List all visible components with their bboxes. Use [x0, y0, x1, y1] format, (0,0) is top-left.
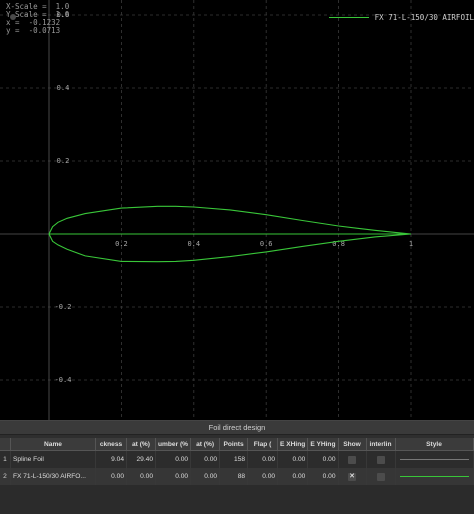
y-tick-label: 0.4	[57, 84, 70, 92]
panel-menu-icon[interactable]	[10, 14, 16, 20]
row-thickness-at[interactable]: 29.40	[126, 450, 156, 468]
row-flap[interactable]: 0.00	[247, 468, 279, 485]
show-checkbox[interactable]: ✕	[348, 472, 356, 481]
col-camber[interactable]: umber (%	[155, 438, 192, 451]
y-tick-label: -0.4	[55, 376, 72, 384]
col-xhinge[interactable]: E XHing	[277, 438, 309, 451]
centerline-checkbox[interactable]	[376, 455, 385, 464]
centerline-checkbox[interactable]	[376, 472, 385, 481]
style-line-preview	[399, 476, 469, 477]
table-row[interactable]: 1 Spline Foil 9.04 29.40 0.00 0.00 158 0…	[0, 450, 474, 468]
style-line-preview	[399, 459, 469, 460]
x-tick-label: 0.4	[187, 240, 200, 248]
row-thickness[interactable]: 9.04	[95, 450, 127, 468]
row-index: 1	[0, 450, 11, 468]
legend-swatch	[328, 17, 369, 18]
col-name[interactable]: Name	[10, 438, 96, 451]
row-name[interactable]: Spline Foil	[10, 450, 96, 468]
y-coordinate-readout: y = -0.0713	[6, 26, 61, 35]
row-points[interactable]: 88	[219, 468, 249, 485]
col-flap[interactable]: Flap (	[247, 438, 279, 451]
foil-plot[interactable]: 0.2 0.4 0.6 0.8 10.60.40.2-0.2-0.4	[0, 0, 474, 420]
x-tick-label: 1	[409, 240, 413, 248]
show-checkbox[interactable]	[348, 455, 356, 464]
col-camber-at[interactable]: at (%)	[190, 438, 221, 451]
row-name[interactable]: FX 71-L-150/30 AIRFO...	[10, 468, 96, 485]
row-thickness-at[interactable]: 0.00	[126, 468, 156, 485]
row-thickness[interactable]: 0.00	[95, 468, 127, 485]
row-style[interactable]	[395, 468, 474, 485]
col-yhinge[interactable]: E YHing	[307, 438, 339, 451]
legend-label: FX 71-L-150/30 AIRFOIL	[374, 13, 474, 22]
panel-title: Foil direct design	[0, 421, 474, 435]
table-row[interactable]: 2 FX 71-L-150/30 AIRFO... 0.00 0.00 0.00…	[0, 468, 474, 485]
row-xhinge[interactable]: 0.00	[277, 450, 309, 468]
row-yhinge[interactable]: 0.00	[307, 450, 339, 468]
row-yhinge[interactable]: 0.00	[307, 468, 339, 485]
row-xhinge[interactable]: 0.00	[277, 468, 309, 485]
row-index: 2	[0, 468, 11, 485]
row-style[interactable]	[395, 450, 474, 468]
foil-table: Name ckness at (%) umber (% at (%) Point…	[0, 438, 474, 485]
col-centerline[interactable]: interlin	[366, 438, 396, 451]
x-tick-label: 0.2	[115, 240, 128, 248]
col-thickness-at[interactable]: at (%)	[126, 438, 156, 451]
row-camber[interactable]: 0.00	[155, 450, 192, 468]
x-tick-label: 0.6	[260, 240, 273, 248]
row-flap[interactable]: 0.00	[247, 450, 279, 468]
legend: FX 71-L-150/30 AIRFOIL	[328, 13, 474, 22]
row-camber[interactable]: 0.00	[155, 468, 192, 485]
row-camber-at[interactable]: 0.00	[190, 450, 221, 468]
col-index[interactable]	[0, 438, 11, 451]
row-camber-at[interactable]: 0.00	[190, 468, 221, 485]
y-tick-label: 0.2	[57, 157, 70, 165]
col-show[interactable]: Show	[338, 438, 367, 451]
y-tick-label: -0.2	[55, 303, 72, 311]
col-points[interactable]: Points	[219, 438, 249, 451]
row-points[interactable]: 158	[219, 450, 249, 468]
col-style[interactable]: Style	[395, 438, 474, 451]
col-thickness[interactable]: ckness	[95, 438, 127, 451]
plot-area[interactable]: 0.2 0.4 0.6 0.8 1 0.6 0.4 0.2 -0.2 -0.4 X-Scale =…	[0, 0, 474, 420]
